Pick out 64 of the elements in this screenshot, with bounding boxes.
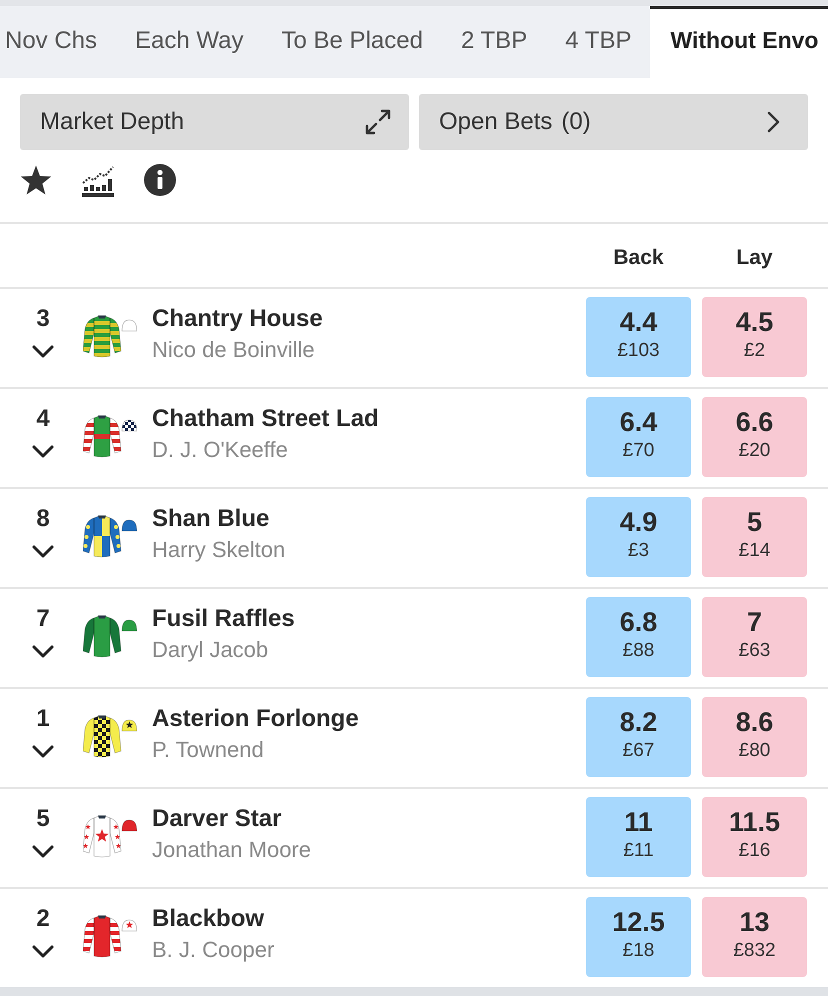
jockey-silks-icon: [83, 715, 137, 759]
jockey-name: Jonathan Moore: [152, 836, 311, 864]
runner-name: Blackbow: [152, 904, 264, 934]
column-header: Back: [613, 246, 664, 270]
runner-number: 8: [36, 505, 50, 533]
chevron-down-icon[interactable]: [32, 845, 54, 858]
back-odds-button[interactable]: 6.8 £88: [586, 597, 691, 677]
jockey-name: B. J. Cooper: [152, 936, 274, 964]
jockey-name: Nico de Boinville: [152, 336, 315, 364]
jockey-name: D. J. O'Keeffe: [152, 436, 288, 464]
back-odds-button[interactable]: 12.5 £18: [586, 897, 691, 977]
runner-name: Fusil Raffles: [152, 604, 295, 634]
lay-odds-button[interactable]: 13 £832: [702, 897, 807, 977]
lay-odds-button[interactable]: 7 £63: [702, 597, 807, 677]
back-odds-button[interactable]: 4.9 £3: [586, 497, 691, 577]
chevron-down-icon[interactable]: [32, 745, 54, 758]
runner-name: Asterion Forlonge: [152, 704, 359, 734]
jockey-name: Daryl Jacob: [152, 636, 268, 664]
runner-number: 1: [36, 705, 50, 733]
runner-number: 5: [36, 805, 50, 833]
jockey-name: P. Townend: [152, 736, 264, 764]
chart-icon[interactable]: [81, 164, 115, 196]
runner-name: Shan Blue: [152, 504, 270, 534]
column-header: Lay: [736, 246, 773, 270]
jockey-silks-icon: [83, 915, 137, 959]
back-odds-button[interactable]: 4.4 £103: [586, 297, 691, 377]
chevron-down-icon[interactable]: [32, 345, 54, 358]
chevron-right-icon: [767, 111, 780, 133]
lay-odds-button[interactable]: 11.5 £16: [702, 797, 807, 877]
runner-number: 3: [36, 305, 50, 333]
tab[interactable]: 4 TBP: [546, 6, 650, 78]
info-icon[interactable]: [144, 164, 176, 196]
jockey-name: Harry Skelton: [152, 536, 286, 564]
lay-odds-button[interactable]: 4.5 £2: [702, 297, 807, 377]
chevron-down-icon[interactable]: [32, 445, 54, 458]
back-odds-button[interactable]: 8.2 £67: [586, 697, 691, 777]
back-odds-button[interactable]: 6.4 £70: [586, 397, 691, 477]
tab[interactable]: To Be Placed: [262, 6, 442, 78]
lay-odds-button[interactable]: 8.6 £80: [702, 697, 807, 777]
runner-name: Chantry House: [152, 304, 323, 334]
open-bets-button[interactable]: Open Bets (0): [419, 94, 808, 150]
jockey-silks-icon: [83, 615, 137, 659]
market-depth-button[interactable]: Market Depth: [20, 94, 409, 150]
tab[interactable]: Nov Chs: [0, 6, 116, 78]
runner-name: Chatham Street Lad: [152, 404, 379, 434]
jockey-silks-icon: [83, 315, 137, 359]
chevron-down-icon[interactable]: [32, 645, 54, 658]
back-odds-button[interactable]: 11 £11: [586, 797, 691, 877]
tab[interactable]: Without Envo: [650, 6, 828, 78]
lay-odds-button[interactable]: 6.6 £20: [702, 397, 807, 477]
runner-name: Darver Star: [152, 804, 282, 834]
runner-number: 7: [36, 605, 50, 633]
star-icon[interactable]: [20, 164, 52, 196]
jockey-silks-icon: [83, 415, 137, 459]
runner-number: 4: [36, 405, 50, 433]
jockey-silks-icon: [83, 815, 137, 859]
chevron-down-icon[interactable]: [32, 545, 54, 558]
jockey-silks-icon: [83, 515, 137, 559]
expand-icon: [365, 109, 391, 135]
tab[interactable]: Each Way: [116, 6, 263, 78]
chevron-down-icon[interactable]: [32, 945, 54, 958]
tab[interactable]: 2 TBP: [442, 6, 546, 78]
lay-odds-button[interactable]: 5 £14: [702, 497, 807, 577]
runner-number: 2: [36, 905, 50, 933]
